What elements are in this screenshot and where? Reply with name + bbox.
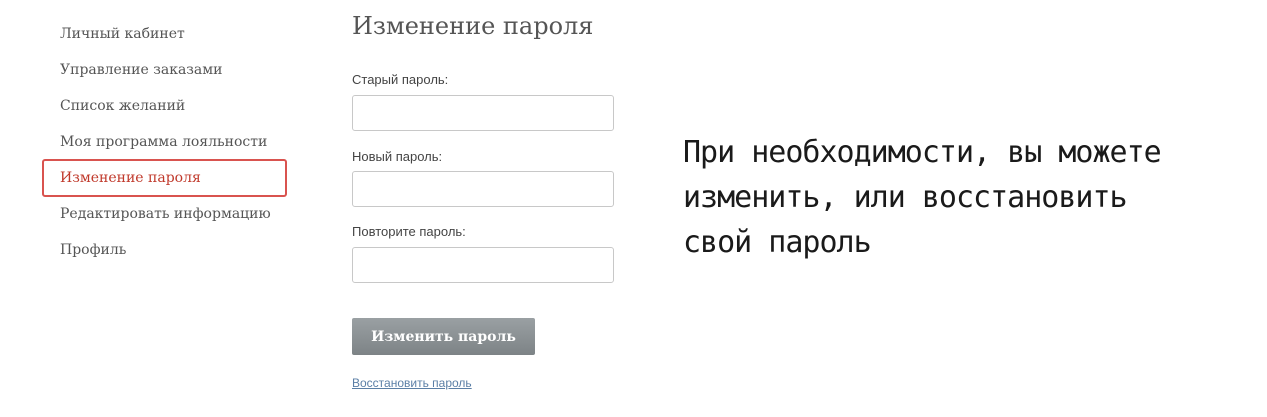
sidebar-item-loyalty-program[interactable]: Моя программа лояльности — [42, 124, 287, 160]
old-password-label: Старый пароль: — [352, 72, 449, 87]
old-password-input[interactable] — [352, 95, 614, 131]
annotation-line-3: свой пароль — [683, 225, 872, 260]
sidebar-item-personal-account[interactable]: Личный кабинет — [42, 16, 287, 52]
repeat-password-input[interactable] — [352, 247, 614, 283]
page-title: Изменение пароля — [352, 12, 594, 40]
annotation-line-2: изменить, или восстановить — [683, 180, 1128, 215]
sidebar-item-order-management[interactable]: Управление заказами — [42, 52, 287, 88]
annotation-line-1: При необходимости, вы можете — [683, 135, 1162, 170]
recover-password-link[interactable]: Восстановить пароль — [352, 376, 472, 390]
account-sidebar: Личный кабинет Управление заказами Списо… — [42, 16, 287, 268]
change-password-button[interactable]: Изменить пароль — [352, 318, 535, 355]
sidebar-item-edit-info[interactable]: Редактировать информацию — [42, 196, 287, 232]
sidebar-item-change-password[interactable]: Изменение пароля — [42, 159, 287, 197]
annotation-text: При необходимости, вы можете изменить, и… — [683, 130, 1243, 265]
new-password-input[interactable] — [352, 171, 614, 207]
repeat-password-label: Повторите пароль: — [352, 224, 466, 239]
new-password-label: Новый пароль: — [352, 149, 443, 164]
sidebar-item-wishlist[interactable]: Список желаний — [42, 88, 287, 124]
sidebar-item-profile[interactable]: Профиль — [42, 232, 287, 268]
